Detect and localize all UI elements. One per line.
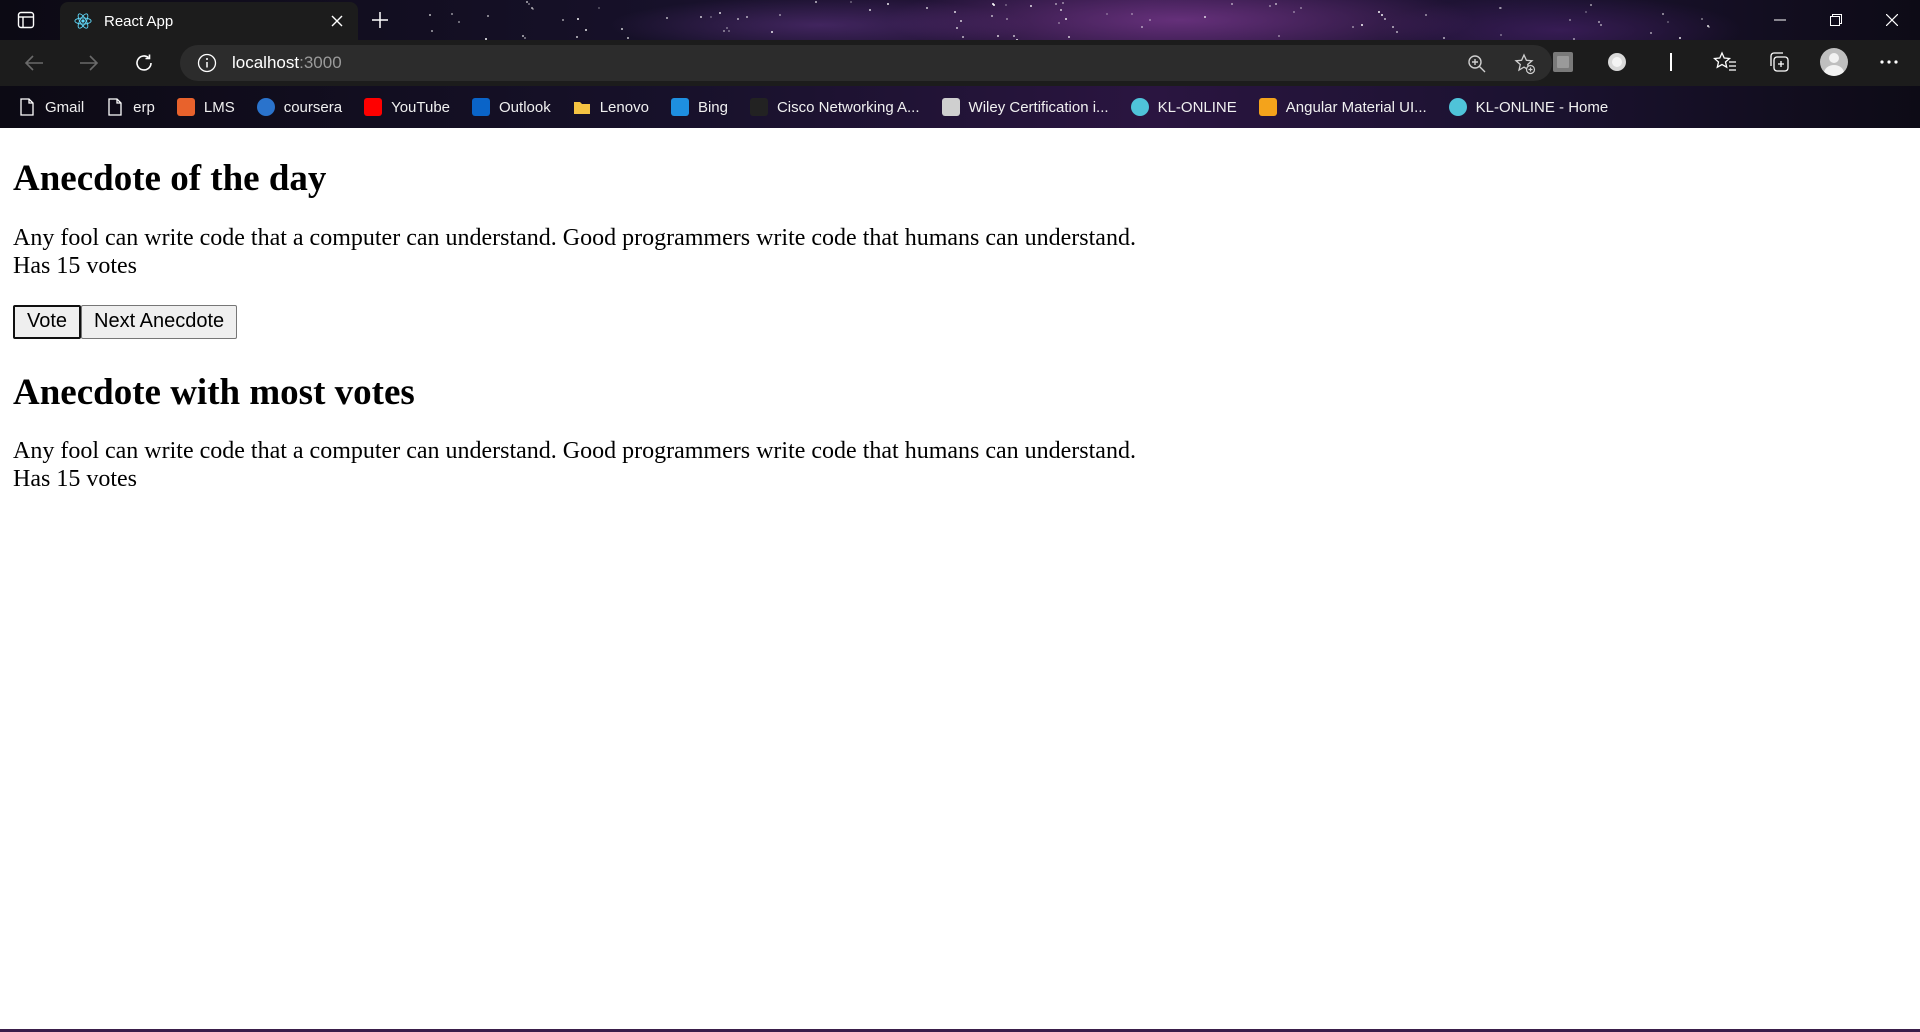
wiley-icon — [941, 98, 960, 116]
most-votes-anecdote-text: Any fool can write code that a computer … — [13, 438, 1136, 465]
bookmark-label: YouTube — [391, 98, 451, 116]
cisco-icon — [749, 98, 768, 116]
react-icon — [74, 12, 92, 30]
bookmark-6[interactable]: Lenovo — [573, 98, 649, 116]
bookmark-label: Outlook — [499, 98, 551, 116]
divider-icon — [1658, 49, 1684, 75]
kl-online-icon — [1448, 98, 1467, 116]
bookmark-10[interactable]: KL-ONLINE — [1130, 98, 1237, 116]
tab-actions-icon[interactable] — [14, 8, 38, 32]
collections-icon[interactable] — [1766, 49, 1792, 75]
angular-material-icon — [1258, 98, 1277, 116]
bookmark-label: Gmail — [45, 98, 85, 116]
bookmark-label: LMS — [203, 98, 235, 116]
minimize-icon[interactable] — [1752, 0, 1808, 40]
most-votes-heading: Anecdote with most votes — [13, 371, 415, 413]
bookmark-2[interactable]: LMS — [176, 98, 235, 116]
coursera-icon — [256, 98, 275, 116]
anecdote-of-day-heading: Anecdote of the day — [13, 158, 327, 199]
url-port: :3000 — [299, 53, 342, 72]
bookmark-5[interactable]: Outlook — [472, 98, 551, 116]
page-icon — [106, 98, 124, 116]
bookmark-label: Cisco Networking A... — [776, 98, 920, 116]
bookmarks-bar: Gmail erp LMS coursera YouTube Outlook Lenovo B… — [0, 86, 1920, 128]
tab-title: React App — [104, 12, 174, 30]
profile-avatar-icon[interactable] — [1820, 48, 1848, 76]
new-tab-icon[interactable] — [366, 6, 394, 34]
anecdote-of-day-votes: Has 15 votes — [13, 252, 137, 279]
toolbar-actions — [1550, 48, 1902, 76]
tab-react-app[interactable]: React App — [60, 2, 358, 40]
address-bar[interactable]: localhost:3000 — [180, 45, 1552, 81]
bookmark-label: KL-ONLINE — [1157, 98, 1237, 116]
bookmark-label: Bing — [697, 98, 728, 116]
next-anecdote-button[interactable]: Next Anecdote — [81, 304, 238, 339]
bookmark-label: erp — [133, 98, 155, 116]
close-tab-icon[interactable] — [326, 10, 348, 32]
bing-icon — [670, 98, 689, 116]
bookmark-label: KL-ONLINE - Home — [1475, 98, 1609, 116]
zoom-icon[interactable] — [1464, 51, 1490, 77]
url-host: localhost — [232, 53, 300, 72]
kl-online-icon — [1130, 98, 1149, 116]
bookmark-0[interactable]: Gmail — [18, 98, 84, 116]
folder-icon — [573, 98, 591, 116]
page-content: Anecdote of the day Any fool can write c… — [0, 128, 1920, 1032]
add-favorite-icon[interactable] — [1512, 51, 1538, 77]
bookmark-12[interactable]: KL-ONLINE - Home — [1448, 98, 1609, 116]
most-votes-count: Has 15 votes — [13, 466, 137, 493]
lms-icon — [176, 98, 195, 116]
extension-icon[interactable] — [1550, 49, 1576, 75]
restore-icon[interactable] — [1808, 0, 1864, 40]
youtube-icon — [364, 98, 383, 116]
address-bar-actions — [1464, 51, 1538, 77]
browser-chrome: React App localhost:3000 Gmail erp LMS … — [0, 0, 1920, 128]
refresh-icon[interactable] — [128, 48, 160, 78]
back-icon[interactable] — [18, 48, 50, 78]
bookmark-1[interactable]: erp — [106, 98, 155, 116]
bookmark-4[interactable]: YouTube — [364, 98, 450, 116]
bookmark-label: Lenovo — [599, 98, 649, 116]
close-window-icon[interactable] — [1864, 0, 1920, 40]
outlook-icon — [472, 98, 491, 116]
bookmark-label: Wiley Certification i... — [968, 98, 1109, 116]
button-row: Vote Next Anecdote — [13, 304, 1907, 339]
bookmark-3[interactable]: coursera — [256, 98, 343, 116]
bookmark-label: coursera — [283, 98, 343, 116]
bookmark-label: Angular Material UI... — [1285, 98, 1427, 116]
page-icon — [18, 98, 36, 116]
bookmark-11[interactable]: Angular Material UI... — [1258, 98, 1427, 116]
tab-strip: React App — [0, 0, 1920, 40]
forward-icon[interactable] — [73, 48, 105, 78]
more-options-icon[interactable] — [1876, 49, 1902, 75]
vote-button[interactable]: Vote — [13, 304, 82, 339]
bookmark-7[interactable]: Bing — [670, 98, 728, 116]
extension-circle-icon[interactable] — [1604, 49, 1630, 75]
window-controls — [1752, 0, 1920, 40]
site-info-icon[interactable] — [196, 52, 218, 74]
browser-toolbar: localhost:3000 — [0, 40, 1920, 86]
favorites-icon[interactable] — [1712, 49, 1738, 75]
bookmark-9[interactable]: Wiley Certification i... — [941, 98, 1109, 116]
anecdote-of-day-text: Any fool can write code that a computer … — [13, 224, 1136, 251]
bookmark-8[interactable]: Cisco Networking A... — [749, 98, 920, 116]
